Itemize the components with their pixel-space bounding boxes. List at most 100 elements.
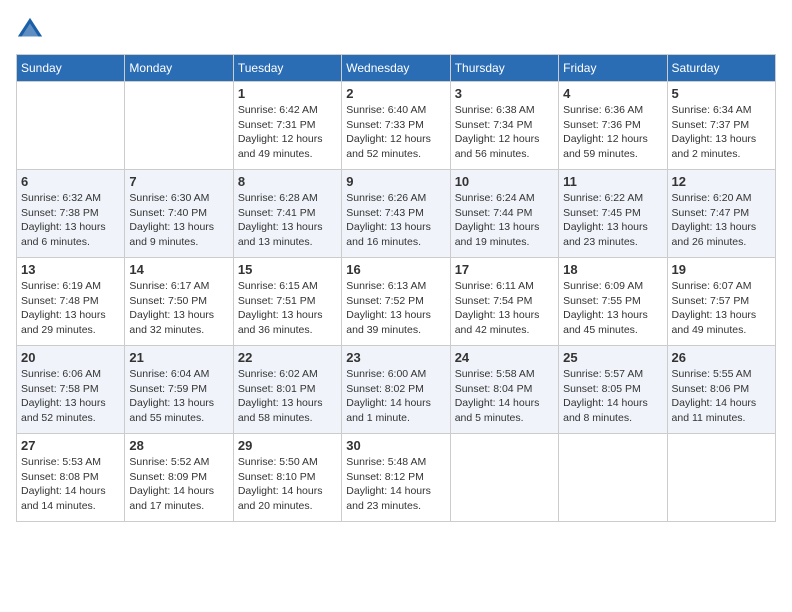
day-info: Sunrise: 6:00 AM Sunset: 8:02 PM Dayligh… [346,367,445,426]
day-number: 19 [672,262,771,277]
day-number: 2 [346,86,445,101]
day-info: Sunrise: 6:36 AM Sunset: 7:36 PM Dayligh… [563,103,662,162]
logo-icon [16,16,44,44]
calendar-day-cell: 25 Sunrise: 5:57 AM Sunset: 8:05 PM Dayli… [559,346,667,434]
logo [16,16,48,44]
calendar-day-cell: 10 Sunrise: 6:24 AM Sunset: 7:44 PM Dayli… [450,170,558,258]
day-info: Sunrise: 6:02 AM Sunset: 8:01 PM Dayligh… [238,367,337,426]
weekday-header: Thursday [450,55,558,82]
day-number: 13 [21,262,120,277]
calendar-day-cell: 5Sunrise: 6:34 AM Sunset: 7:37 PM Daylig… [667,82,775,170]
day-info: Sunrise: 6:38 AM Sunset: 7:34 PM Dayligh… [455,103,554,162]
day-info: Sunrise: 6:42 AM Sunset: 7:31 PM Dayligh… [238,103,337,162]
day-info: Sunrise: 5:52 AM Sunset: 8:09 PM Dayligh… [129,455,228,514]
calendar-day-cell [450,434,558,522]
day-info: Sunrise: 5:53 AM Sunset: 8:08 PM Dayligh… [21,455,120,514]
calendar-day-cell: 30 Sunrise: 5:48 AM Sunset: 8:12 PM Dayli… [342,434,450,522]
day-number: 1 [238,86,337,101]
calendar-day-cell [667,434,775,522]
day-number: 17 [455,262,554,277]
calendar-header-row: SundayMondayTuesdayWednesdayThursdayFrid… [17,55,776,82]
day-info: Sunrise: 5:55 AM Sunset: 8:06 PM Dayligh… [672,367,771,426]
day-number: 24 [455,350,554,365]
calendar-day-cell: 3 Sunrise: 6:38 AM Sunset: 7:34 PM Daylig… [450,82,558,170]
day-number: 12 [672,174,771,189]
calendar-week-row: 1 Sunrise: 6:42 AM Sunset: 7:31 PM Daylig… [17,82,776,170]
calendar-day-cell: 28 Sunrise: 5:52 AM Sunset: 8:09 PM Dayli… [125,434,233,522]
day-info: Sunrise: 5:48 AM Sunset: 8:12 PM Dayligh… [346,455,445,514]
calendar-day-cell: 1 Sunrise: 6:42 AM Sunset: 7:31 PM Daylig… [233,82,341,170]
day-number: 4 [563,86,662,101]
day-info: Sunrise: 5:58 AM Sunset: 8:04 PM Dayligh… [455,367,554,426]
calendar-week-row: 6Sunrise: 6:32 AM Sunset: 7:38 PM Daylig… [17,170,776,258]
day-number: 27 [21,438,120,453]
day-info: Sunrise: 6:17 AM Sunset: 7:50 PM Dayligh… [129,279,228,338]
day-info: Sunrise: 6:28 AM Sunset: 7:41 PM Dayligh… [238,191,337,250]
calendar-day-cell: 22 Sunrise: 6:02 AM Sunset: 8:01 PM Dayli… [233,346,341,434]
day-number: 6 [21,174,120,189]
weekday-header: Friday [559,55,667,82]
day-number: 7 [129,174,228,189]
calendar-day-cell: 13Sunrise: 6:19 AM Sunset: 7:48 PM Dayli… [17,258,125,346]
day-number: 22 [238,350,337,365]
calendar-day-cell: 8 Sunrise: 6:28 AM Sunset: 7:41 PM Daylig… [233,170,341,258]
day-info: Sunrise: 6:24 AM Sunset: 7:44 PM Dayligh… [455,191,554,250]
calendar-day-cell: 18 Sunrise: 6:09 AM Sunset: 7:55 PM Dayli… [559,258,667,346]
calendar-day-cell [559,434,667,522]
day-info: Sunrise: 6:26 AM Sunset: 7:43 PM Dayligh… [346,191,445,250]
calendar-day-cell: 29 Sunrise: 5:50 AM Sunset: 8:10 PM Dayli… [233,434,341,522]
calendar-day-cell: 26 Sunrise: 5:55 AM Sunset: 8:06 PM Dayli… [667,346,775,434]
calendar-week-row: 20 Sunrise: 6:06 AM Sunset: 7:58 PM Dayli… [17,346,776,434]
day-info: Sunrise: 6:40 AM Sunset: 7:33 PM Dayligh… [346,103,445,162]
day-number: 10 [455,174,554,189]
day-info: Sunrise: 6:04 AM Sunset: 7:59 PM Dayligh… [129,367,228,426]
weekday-header: Saturday [667,55,775,82]
day-info: Sunrise: 5:50 AM Sunset: 8:10 PM Dayligh… [238,455,337,514]
day-info: Sunrise: 6:11 AM Sunset: 7:54 PM Dayligh… [455,279,554,338]
weekday-header: Sunday [17,55,125,82]
day-number: 16 [346,262,445,277]
calendar-week-row: 13Sunrise: 6:19 AM Sunset: 7:48 PM Dayli… [17,258,776,346]
calendar-day-cell: 2 Sunrise: 6:40 AM Sunset: 7:33 PM Daylig… [342,82,450,170]
day-info: Sunrise: 6:22 AM Sunset: 7:45 PM Dayligh… [563,191,662,250]
calendar-day-cell: 17 Sunrise: 6:11 AM Sunset: 7:54 PM Dayli… [450,258,558,346]
day-number: 29 [238,438,337,453]
day-number: 25 [563,350,662,365]
day-number: 30 [346,438,445,453]
calendar-day-cell: 27 Sunrise: 5:53 AM Sunset: 8:08 PM Dayli… [17,434,125,522]
day-info: Sunrise: 6:07 AM Sunset: 7:57 PM Dayligh… [672,279,771,338]
calendar-day-cell: 4 Sunrise: 6:36 AM Sunset: 7:36 PM Daylig… [559,82,667,170]
day-number: 20 [21,350,120,365]
day-number: 26 [672,350,771,365]
calendar-day-cell: 12 Sunrise: 6:20 AM Sunset: 7:47 PM Dayli… [667,170,775,258]
day-number: 18 [563,262,662,277]
day-info: Sunrise: 6:13 AM Sunset: 7:52 PM Dayligh… [346,279,445,338]
day-info: Sunrise: 6:34 AM Sunset: 7:37 PM Dayligh… [672,103,771,162]
weekday-header: Tuesday [233,55,341,82]
day-number: 14 [129,262,228,277]
calendar-day-cell: 9 Sunrise: 6:26 AM Sunset: 7:43 PM Daylig… [342,170,450,258]
day-info: Sunrise: 6:30 AM Sunset: 7:40 PM Dayligh… [129,191,228,250]
calendar-day-cell [125,82,233,170]
calendar-day-cell: 23 Sunrise: 6:00 AM Sunset: 8:02 PM Dayli… [342,346,450,434]
calendar-day-cell [17,82,125,170]
day-number: 28 [129,438,228,453]
day-number: 21 [129,350,228,365]
day-info: Sunrise: 6:20 AM Sunset: 7:47 PM Dayligh… [672,191,771,250]
day-info: Sunrise: 6:09 AM Sunset: 7:55 PM Dayligh… [563,279,662,338]
calendar-day-cell: 14 Sunrise: 6:17 AM Sunset: 7:50 PM Dayli… [125,258,233,346]
day-number: 11 [563,174,662,189]
day-info: Sunrise: 6:15 AM Sunset: 7:51 PM Dayligh… [238,279,337,338]
day-number: 23 [346,350,445,365]
calendar-day-cell: 7 Sunrise: 6:30 AM Sunset: 7:40 PM Daylig… [125,170,233,258]
day-info: Sunrise: 6:06 AM Sunset: 7:58 PM Dayligh… [21,367,120,426]
calendar-day-cell: 19 Sunrise: 6:07 AM Sunset: 7:57 PM Dayli… [667,258,775,346]
weekday-header: Wednesday [342,55,450,82]
day-number: 9 [346,174,445,189]
day-number: 3 [455,86,554,101]
calendar-day-cell: 21 Sunrise: 6:04 AM Sunset: 7:59 PM Dayli… [125,346,233,434]
day-info: Sunrise: 5:57 AM Sunset: 8:05 PM Dayligh… [563,367,662,426]
calendar-day-cell: 15Sunrise: 6:15 AM Sunset: 7:51 PM Dayli… [233,258,341,346]
calendar-day-cell: 20 Sunrise: 6:06 AM Sunset: 7:58 PM Dayli… [17,346,125,434]
day-number: 8 [238,174,337,189]
